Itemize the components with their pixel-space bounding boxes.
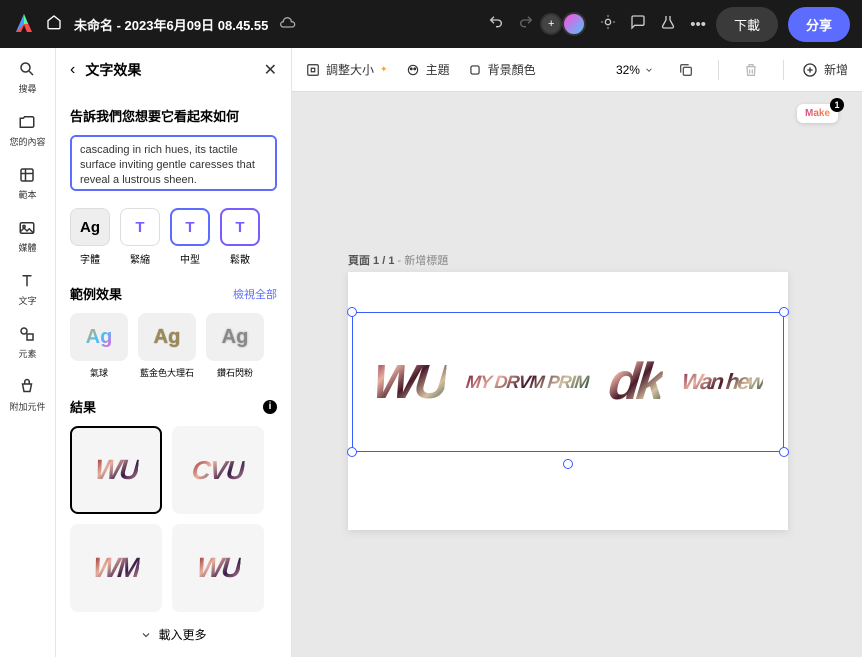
resize-handle-bl[interactable]	[347, 447, 357, 457]
undo-button[interactable]	[488, 14, 504, 34]
comment-icon[interactable]	[630, 14, 646, 34]
resize-handle-br[interactable]	[779, 447, 789, 457]
resize-button[interactable]: 調整大小 ✦	[306, 61, 388, 78]
canvas-area: 調整大小 ✦ 主題 背景顏色 32% 新增	[292, 48, 862, 657]
delete-button[interactable]	[737, 56, 765, 84]
prompt-label: 告訴我們您想要它看起來如何	[70, 106, 277, 125]
results-grid: WU CVU WM WU	[70, 426, 277, 612]
sidebar-item-your-content[interactable]: 您的內容	[9, 113, 45, 148]
text-effects-panel: ‹ 文字效果 ✕ 告訴我們您想要它看起來如何 Ag 字體 T 緊縮 T 中型	[56, 48, 292, 657]
style-font[interactable]: Ag 字體	[70, 208, 110, 266]
sidebar-item-elements[interactable]: 元素	[18, 325, 36, 360]
result-thumb-2[interactable]: CVU	[172, 426, 264, 514]
style-medium[interactable]: T 中型	[170, 208, 210, 266]
left-rail: 搜尋 您的內容 範本 媒體 文字 元素 附加元件	[0, 48, 56, 657]
resize-handle-tr[interactable]	[779, 307, 789, 317]
app-logo-icon	[12, 12, 36, 36]
chevron-down-icon	[140, 629, 152, 641]
more-icon[interactable]: •••	[690, 16, 706, 33]
examples-title: 範例效果	[70, 284, 122, 303]
sidebar-item-addons[interactable]: 附加元件	[9, 378, 45, 413]
results-title: 結果	[70, 397, 96, 416]
selection-box[interactable]: WU MY DRVM PRIM dk Wan hew	[352, 312, 784, 452]
panel-title: 文字效果	[85, 60, 253, 80]
redo-button[interactable]	[518, 14, 534, 34]
artboard[interactable]: WU MY DRVM PRIM dk Wan hew	[348, 272, 788, 530]
examples-row: Ag 氣球 Ag 藍金色大理石 Ag 鑽石閃粉	[70, 313, 277, 379]
chevron-down-icon	[644, 65, 654, 75]
sidebar-item-text[interactable]: 文字	[18, 272, 36, 307]
result-thumb-4[interactable]: WU	[172, 524, 264, 612]
canvas-viewport[interactable]: Make 頁面 1 / 1 - 新增標題 WU MY DRVM PRIM dk …	[292, 92, 862, 657]
collaborator-avatars[interactable]: +	[548, 12, 586, 36]
user-avatar-icon[interactable]	[562, 12, 586, 36]
add-collaborator-icon[interactable]: +	[540, 13, 562, 35]
result-thumb-1[interactable]: WU	[70, 426, 162, 514]
load-more-button[interactable]: 載入更多	[70, 612, 277, 651]
result-thumb-3[interactable]: WM	[70, 524, 162, 612]
download-button[interactable]: 下載	[716, 7, 778, 42]
canvas-toolbar: 調整大小 ✦ 主題 背景顏色 32% 新增	[292, 48, 862, 92]
sidebar-item-search[interactable]: 搜尋	[18, 60, 36, 95]
share-button[interactable]: 分享	[788, 7, 850, 42]
add-page-button[interactable]: 新增	[802, 61, 848, 78]
sidebar-item-templates[interactable]: 範本	[18, 166, 36, 201]
fit-style-row: Ag 字體 T 緊縮 T 中型 T 鬆散	[70, 208, 277, 266]
background-button[interactable]: 背景顏色	[468, 61, 536, 78]
panel-back-button[interactable]: ‹	[70, 61, 75, 79]
document-title[interactable]: 未命名 - 2023年6月09日 08.45.55	[74, 15, 268, 34]
example-marble[interactable]: Ag 藍金色大理石	[138, 313, 196, 379]
sidebar-item-media[interactable]: 媒體	[18, 219, 36, 254]
resize-handle-tl[interactable]	[347, 307, 357, 317]
zoom-control[interactable]: 32%	[616, 63, 654, 77]
style-tight[interactable]: T 緊縮	[120, 208, 160, 266]
theme-button[interactable]: 主題	[406, 61, 450, 78]
beaker-icon[interactable]	[660, 14, 676, 34]
example-glitter[interactable]: Ag 鑽石閃粉	[206, 313, 264, 379]
top-bar: 未命名 - 2023年6月09日 08.45.55 + ••• 下載 分享	[0, 0, 862, 48]
panel-close-button[interactable]: ✕	[264, 60, 277, 80]
cloud-sync-icon[interactable]	[280, 15, 296, 34]
style-loose[interactable]: T 鬆散	[220, 208, 260, 266]
rotate-handle[interactable]	[563, 459, 573, 469]
duplicate-button[interactable]	[672, 56, 700, 84]
prompt-input[interactable]	[70, 135, 277, 191]
page-indicator[interactable]: 頁面 1 / 1 - 新增標題	[348, 252, 448, 268]
view-all-link[interactable]: 檢視全部	[233, 286, 277, 302]
example-balloon[interactable]: Ag 氣球	[70, 313, 128, 379]
help-icon[interactable]	[600, 14, 616, 34]
info-icon[interactable]: i	[263, 400, 277, 414]
home-button[interactable]	[46, 14, 62, 35]
floating-action-badge[interactable]: Make	[797, 104, 838, 123]
text-effect-output: WU MY DRVM PRIM dk Wan hew	[353, 313, 783, 451]
